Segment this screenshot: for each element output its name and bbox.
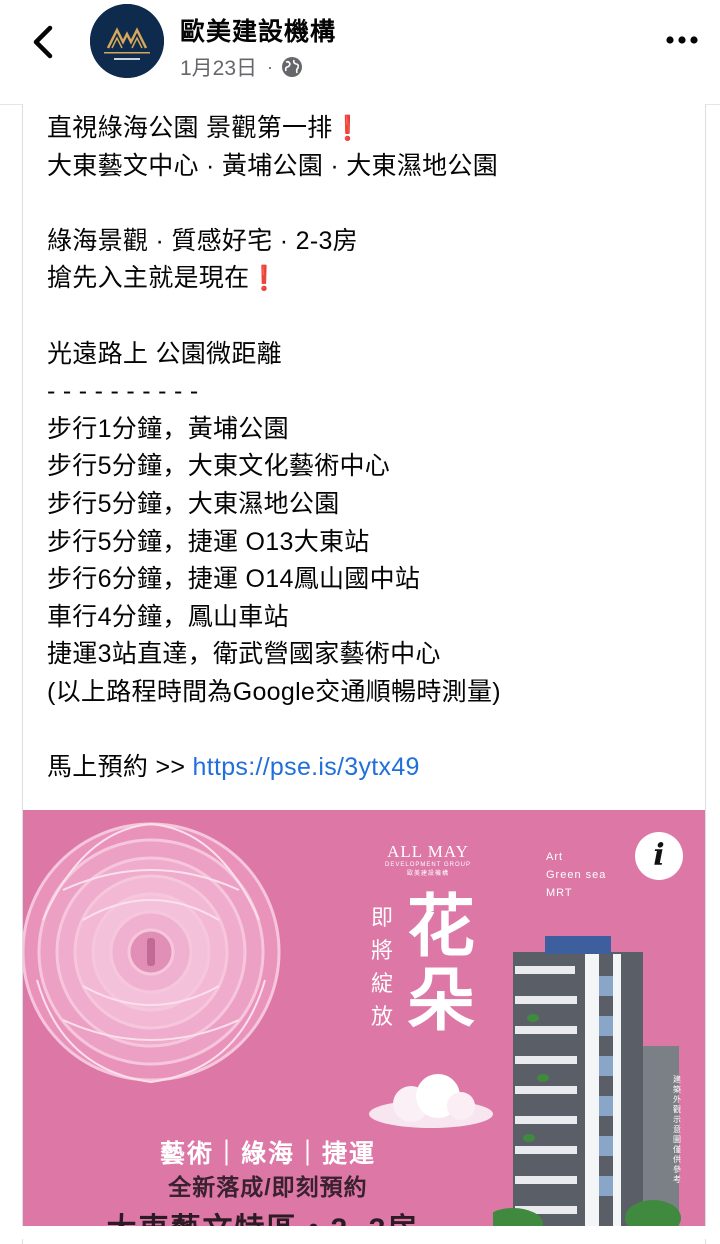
post-line: 綠海景觀 · 質感好宅 · 2-3房 — [47, 226, 358, 255]
post-line: (以上路程時間為Google交通順暢時測量) — [47, 677, 501, 706]
info-icon: i — [653, 838, 665, 873]
post-line: 搶先入主就是現在❗ — [47, 264, 280, 293]
post-line: 步行6分鐘，捷運 O14鳳山國中站 — [47, 565, 421, 594]
post-line: 直視綠海公園 景觀第一排❗ — [47, 114, 363, 142]
chevron-left-icon — [33, 25, 53, 59]
back-button[interactable] — [26, 22, 62, 62]
post-line: 車行4分鐘，鳳山車站 — [47, 602, 289, 631]
info-button[interactable]: i — [635, 832, 683, 880]
post-card: 直視綠海公園 景觀第一排❗ 大東藝文中心 · 黃埔公園 · 大東濕地公園 綠海景… — [22, 104, 706, 1244]
post-text: 直視綠海公園 景觀第一排❗ 大東藝文中心 · 黃埔公園 · 大東濕地公園 綠海景… — [47, 110, 687, 787]
globe-icon — [282, 57, 303, 77]
post-header: 歐美建設機構 1月23日 · — [0, 0, 720, 105]
ad-slogan: 藝術｜綠海｜捷運 — [159, 1140, 376, 1168]
post-line: 步行1分鐘，黃埔公園 — [47, 414, 289, 443]
booking-line: 馬上預約 >> https://pse.is/3ytx49 — [47, 753, 420, 782]
building-illustration — [493, 936, 681, 1230]
ad-slogan-secondary: 全新落成/即刻預約 — [168, 1174, 368, 1200]
post-line: 步行5分鐘，捷運 O13大東站 — [47, 527, 370, 556]
cloud-illustration — [369, 1074, 493, 1128]
flower-illustration — [23, 822, 281, 1084]
post-meta: 1月23日 · — [180, 52, 303, 82]
meta-separator: · — [267, 56, 274, 77]
ad-vertical-note: 建築外觀示意圖僅供參考 — [673, 1075, 681, 1184]
post-date[interactable]: 1月23日 — [180, 52, 257, 82]
post-line — [47, 185, 687, 223]
more-options-button[interactable] — [664, 26, 700, 54]
page-avatar[interactable] — [90, 4, 164, 78]
post-line: - - - - - - - - - - — [47, 377, 199, 406]
booking-link[interactable]: https://pse.is/3ytx49 — [193, 753, 420, 781]
allmay-logo-icon — [90, 4, 164, 78]
post-line: 步行5分鐘，大東文化藝術中心 — [47, 452, 391, 481]
exclamation-icon: ❗ — [249, 265, 280, 293]
post-line — [47, 712, 687, 750]
ad-tagline-vertical: 即 將 綻 放 — [370, 906, 393, 1030]
page-name[interactable]: 歐美建設機構 — [180, 12, 336, 48]
exclamation-icon: ❗ — [332, 115, 363, 142]
bottom-safe-area — [0, 1226, 720, 1239]
post-line: 大東藝文中心 · 黃埔公園 · 大東濕地公園 — [47, 151, 499, 180]
more-horizontal-icon — [666, 36, 698, 44]
ad-title: 花 朵 — [406, 887, 475, 1041]
ad-image[interactable]: ALL MAY DEVELOPMENT GROUP 歐美建設機構 即 將 綻 放… — [23, 810, 705, 1230]
ad-brand-logo: ALL MAY DEVELOPMENT GROUP 歐美建設機構 — [385, 842, 471, 877]
ad-art-list: Art Green sea MRT — [546, 851, 607, 899]
post-line: 捷運3站直達，衛武營國家藝術中心 — [47, 640, 441, 669]
post-line: 步行5分鐘，大東濕地公園 — [47, 489, 340, 518]
post-line: 光遠路上 公園微距離 — [47, 339, 282, 368]
post-line — [47, 298, 687, 336]
